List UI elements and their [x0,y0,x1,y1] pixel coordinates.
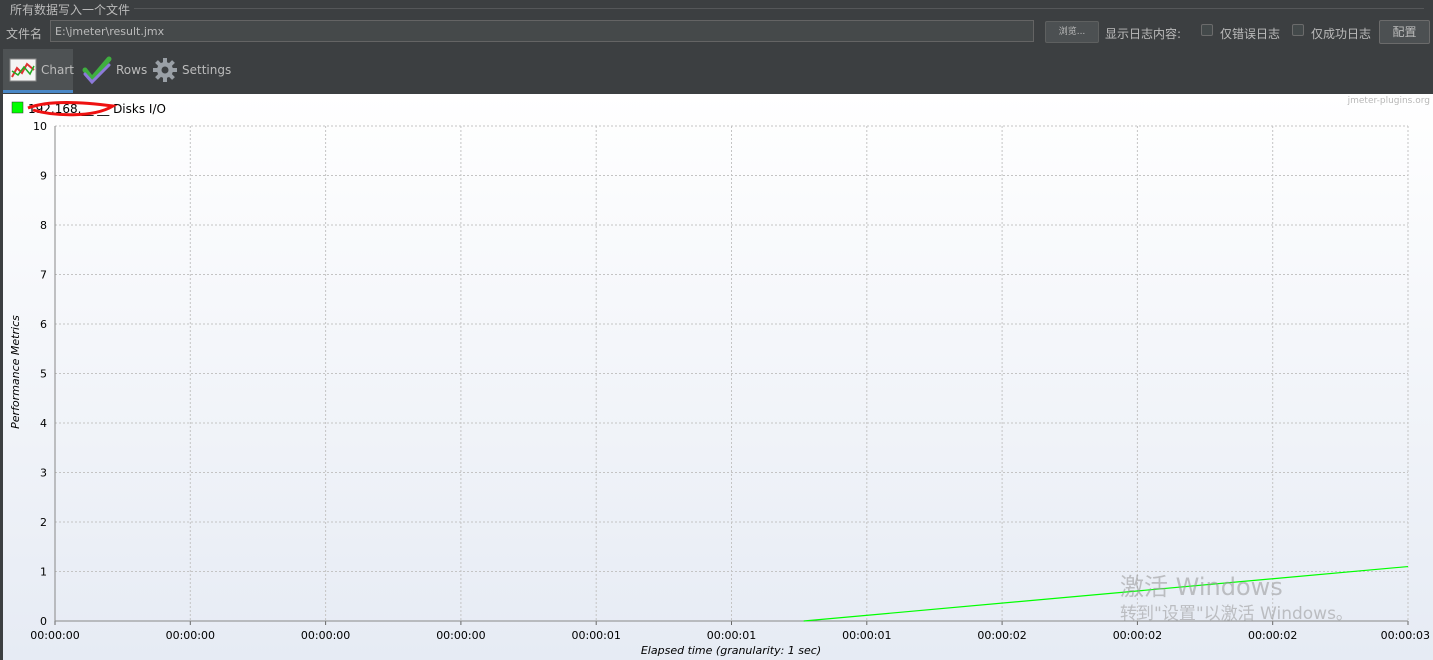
y-tick-label: 5 [40,368,47,381]
x-tick-label: 00:00:02 [977,629,1026,642]
x-tick-label: 00:00:02 [1113,629,1162,642]
tab-bar: Chart Rows Settings [0,49,1433,93]
errors-only-checkbox[interactable] [1201,24,1213,36]
errors-only-label: 仅错误日志 [1220,27,1281,41]
x-tick-label: 00:00:00 [166,629,215,642]
tab-rows[interactable]: Rows [76,49,148,91]
chart-grid [54,125,1409,622]
chart-axes: 0 1 2 3 4 5 6 7 8 9 10 00:00:00 00:00:00 00:00:00 00:0… [30,120,1430,642]
section-divider [134,8,1424,9]
y-tick-label: 7 [40,269,47,282]
x-axis-label: Elapsed time (granularity: 1 sec) [641,644,821,657]
tab-settings-label: Settings [182,63,232,77]
plugin-watermark: jmeter-plugins.org [1347,96,1430,106]
gear-icon [152,57,178,83]
filename-label: 文件名 [6,27,43,41]
x-tick-label: 00:00:00 [436,629,485,642]
top-panel: 所有数据写入一个文件 文件名 浏览... 显示日志内容: 仅错误日志 仅成功日志… [0,0,1433,93]
y-tick-label: 1 [40,566,47,579]
x-tick-label: 00:00:01 [571,629,620,642]
success-only-checkbox[interactable] [1292,24,1304,36]
tab-chart[interactable]: Chart [3,49,74,93]
y-tick-label: 6 [40,318,47,331]
tab-rows-label: Rows [116,63,148,77]
checkmarks-icon [82,55,112,85]
os-activation-hint: 转到"设置"以激活 Windows。 [1120,604,1353,624]
y-tick-label: 10 [33,120,47,133]
section-title: 所有数据写入一个文件 [10,3,131,17]
y-axis-label: Performance Metrics [9,315,22,429]
y-tick-label: 9 [40,170,47,183]
y-tick-label: 3 [40,467,47,480]
browse-button[interactable]: 浏览... [1045,21,1099,43]
y-tick-label: 0 [40,615,47,628]
x-tick-label: 00:00:00 [301,629,350,642]
legend-swatch [11,101,24,114]
success-only-label: 仅成功日志 [1311,27,1372,41]
tab-chart-label: Chart [41,62,74,77]
x-tick-label: 00:00:01 [707,629,756,642]
y-tick-label: 8 [40,219,47,232]
x-tick-label: 00:00:01 [842,629,891,642]
y-tick-label: 2 [40,516,47,529]
x-tick-label: 00:00:00 [30,629,79,642]
x-tick-label: 00:00:03 [1381,629,1430,642]
os-activation-title: 激活 Windows [1120,573,1283,601]
chart-icon [9,56,37,84]
show-log-label: 显示日志内容: [1105,27,1182,41]
y-tick-label: 4 [40,417,47,430]
filename-input[interactable] [50,20,1034,42]
x-tick-label: 00:00:02 [1248,629,1297,642]
config-button[interactable]: 配置 [1379,20,1430,44]
tab-settings[interactable]: Settings [146,49,236,91]
